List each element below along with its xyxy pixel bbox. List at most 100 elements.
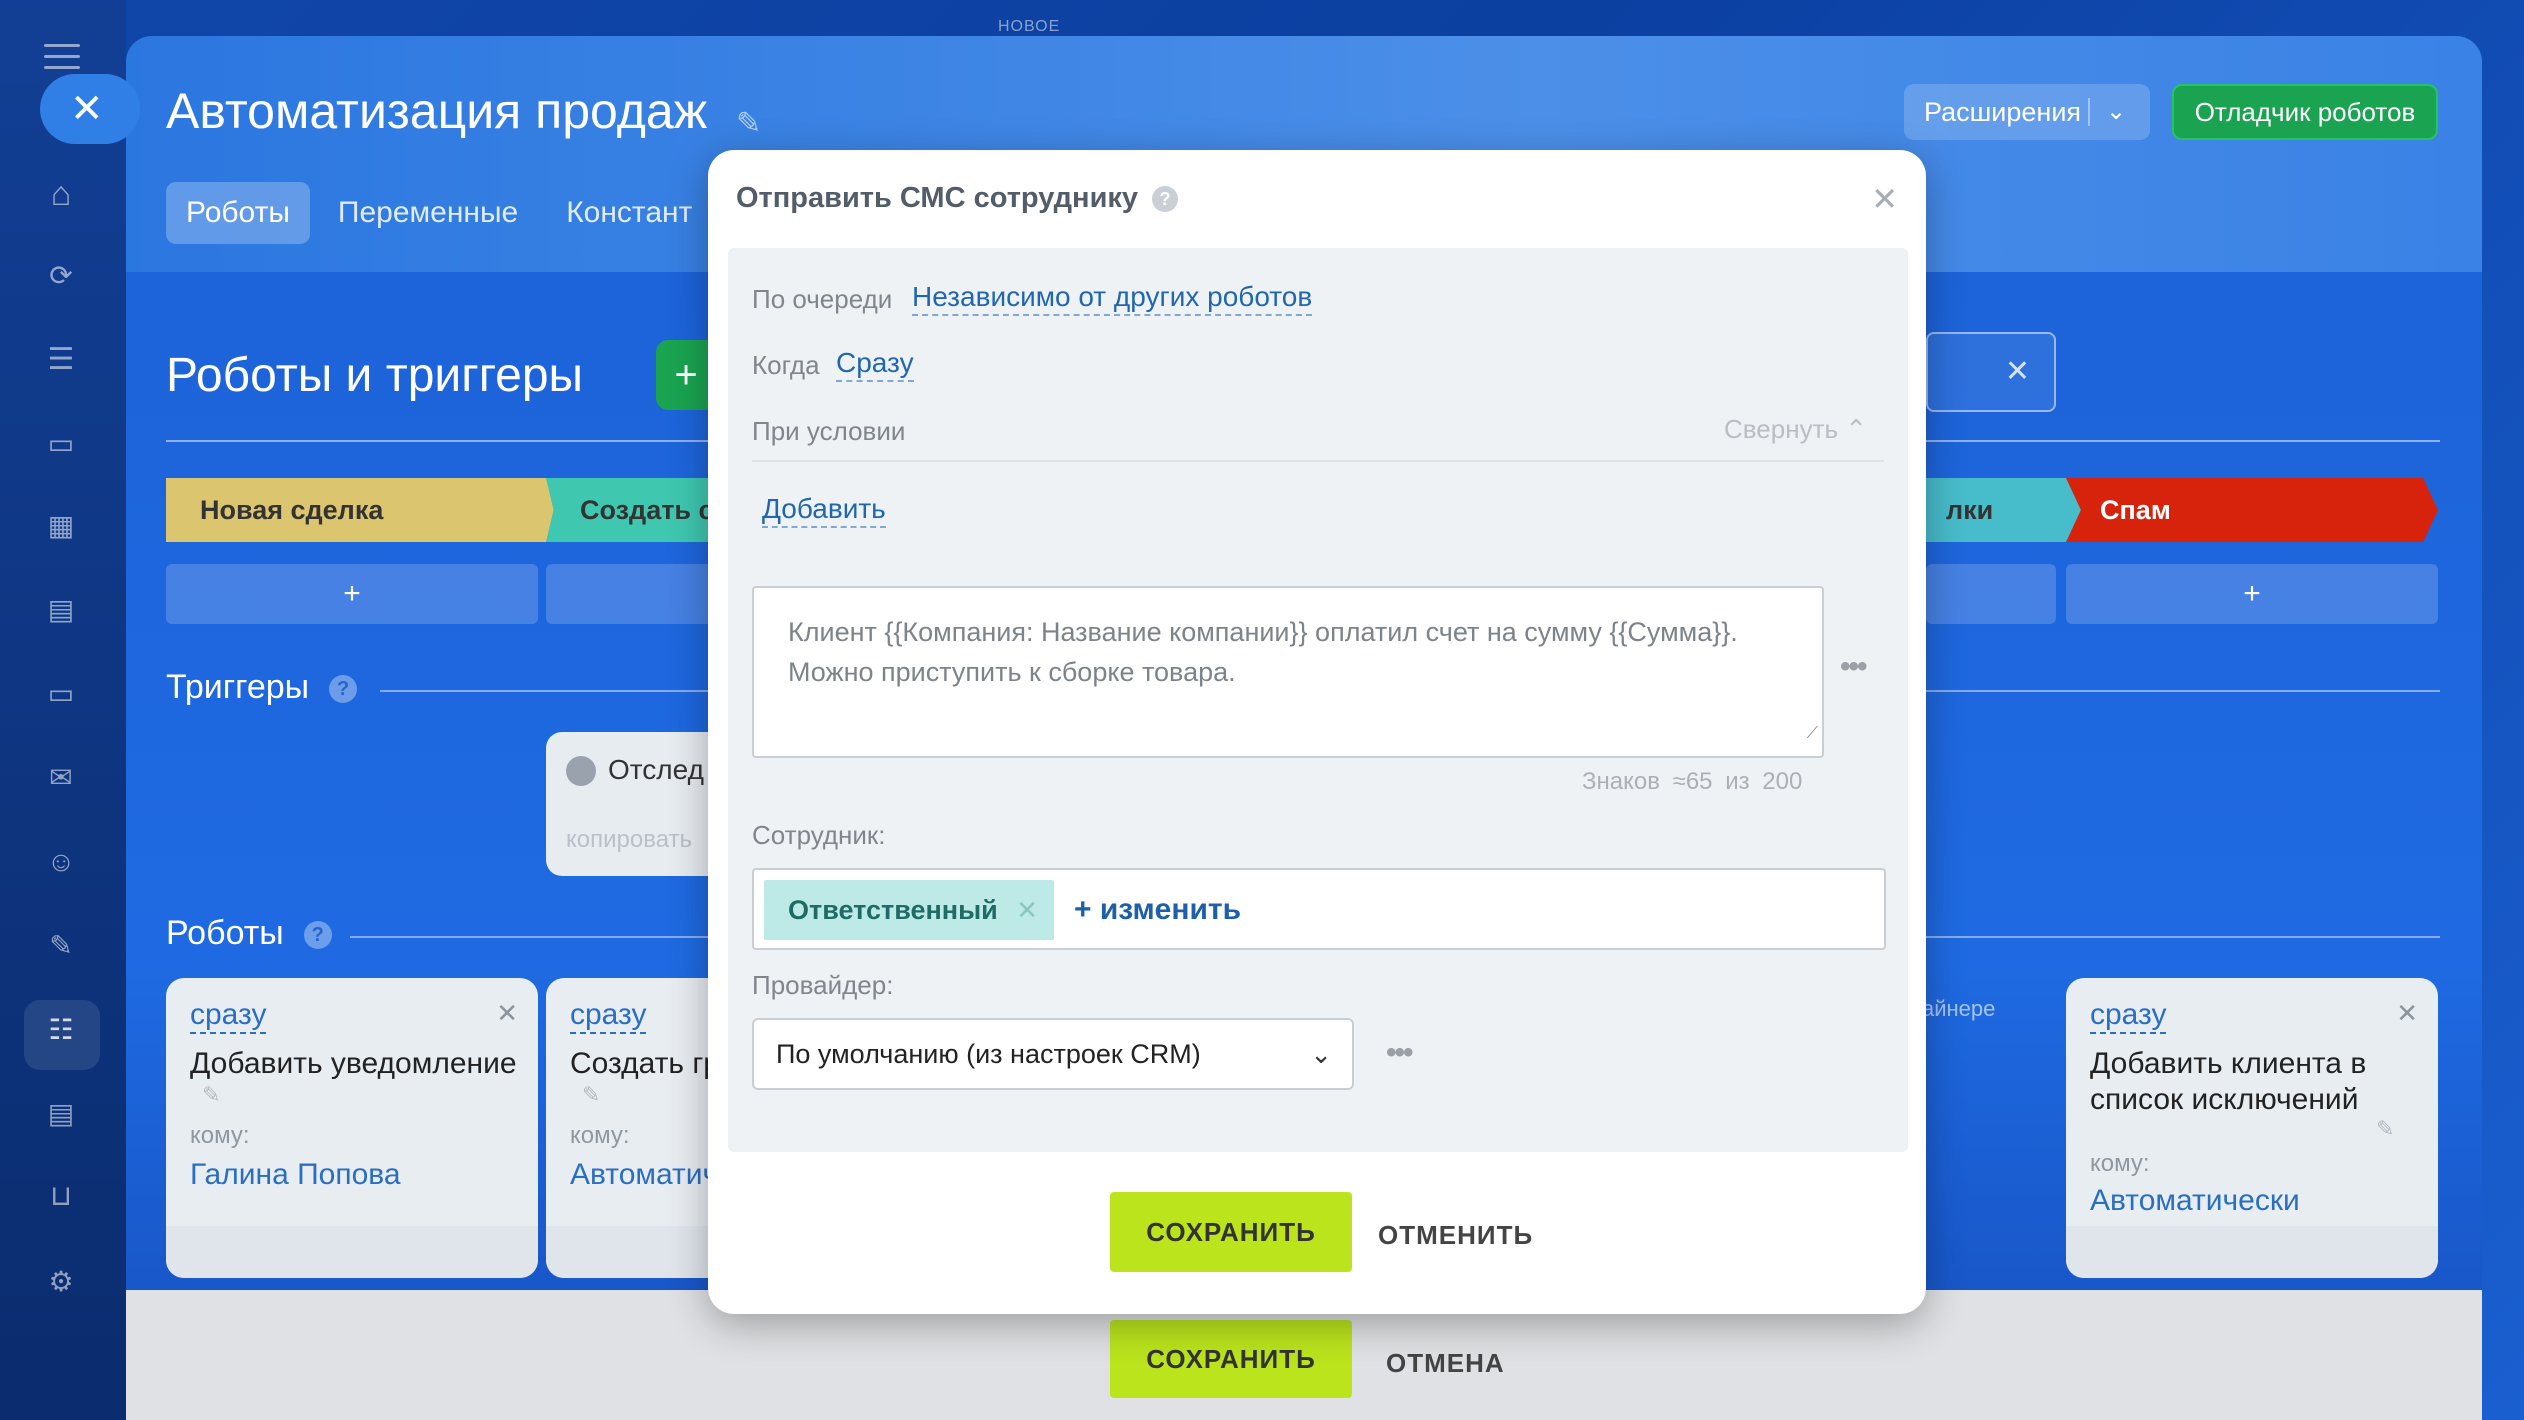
edit-icon[interactable]: ✎ (202, 1082, 220, 1108)
robot-card[interactable]: сразу ✕ Добавить уведомление ✎ кому: Гал… (166, 978, 538, 1278)
dialog-title: Отправить СМС сотруднику (736, 182, 1139, 214)
condition-label: При условии (752, 416, 906, 446)
forms-icon[interactable]: ▤ (41, 1094, 81, 1134)
counter-value: ≈65 (1672, 768, 1713, 795)
to-label: кому: (570, 1122, 630, 1149)
designer-hint: айнере (1922, 996, 1996, 1021)
extensions-button[interactable]: Расширения ⌄ (1904, 84, 2150, 140)
collapse-toggle[interactable]: Свернуть ⌃ (1724, 414, 1867, 445)
queue-value-link[interactable]: Независимо от других роботов (912, 280, 1313, 316)
when-label: Когда (752, 350, 820, 380)
deals-icon[interactable]: ⟳ (41, 256, 81, 296)
contact-center-icon[interactable]: ▭ (41, 674, 81, 714)
stage-new-deal[interactable]: Новая сделка (166, 478, 562, 542)
provider-value: По умолчанию (из настроек CRM) (776, 1039, 1201, 1069)
employees-icon[interactable]: ☺ (41, 842, 81, 882)
close-icon[interactable]: ✕ (2396, 998, 2418, 1029)
stage-spam[interactable]: Спам (2066, 478, 2438, 542)
chevron-down-icon: ⌄ (1310, 1039, 1332, 1069)
add-condition-link[interactable]: Добавить (762, 492, 886, 528)
robot-when-link[interactable]: сразу (190, 998, 267, 1034)
remove-icon[interactable]: ✕ (1016, 880, 1038, 940)
provider-label: Провайдер: (752, 970, 894, 1000)
pin-icon[interactable]: ✎ (736, 106, 761, 141)
change-employee-link[interactable]: + изменить (1074, 870, 1241, 950)
help-icon[interactable]: ? (1152, 186, 1178, 212)
copy-link[interactable]: копировать (566, 826, 692, 854)
chat-icon[interactable]: ▭ (41, 424, 81, 464)
left-sidebar: ⌂ ⟳ ☰ ▭ ▦ ▤ ▭ ✉ ☺ ✎ ☷ ▤ ⊔ ⚙ (0, 0, 126, 1420)
robot-name: Создать гр (570, 1047, 720, 1080)
tab-constants[interactable]: Констант (546, 182, 712, 244)
provider-select[interactable]: По умолчанию (из настроек CRM) ⌄ (752, 1018, 1354, 1090)
trigger-icon (566, 756, 596, 786)
menu-icon[interactable] (44, 44, 80, 70)
edit-icon[interactable]: ✎ (2376, 1116, 2394, 1142)
robots-label: Роботы (166, 914, 284, 952)
robot-when-link[interactable]: сразу (570, 998, 647, 1034)
resize-handle-icon[interactable]: ⟋ (1807, 714, 1818, 754)
robot-recipient[interactable]: Автоматич (570, 1158, 718, 1192)
close-icon[interactable]: ✕ (1871, 180, 1898, 218)
robot-name: Добавить уведомление (190, 1047, 517, 1080)
more-icon[interactable]: ••• (1386, 1036, 1413, 1070)
documents-icon[interactable]: ▤ (41, 590, 81, 630)
help-icon[interactable]: ? (329, 675, 358, 704)
robot-name: Добавить клиента в список исключений (2090, 1047, 2367, 1116)
dialog-save-button[interactable]: СОХРАНИТЬ (1110, 1192, 1352, 1272)
chevron-up-icon: ⌃ (1845, 414, 1868, 444)
settings-icon[interactable]: ⚙ (41, 1262, 81, 1302)
robot-when-link[interactable]: сразу (2090, 998, 2167, 1034)
counter-prefix: Знаков (1582, 768, 1660, 795)
tab-robots[interactable]: Роботы (166, 182, 310, 244)
tab-variables[interactable]: Переменные (318, 182, 538, 244)
add-robot-plus-spam[interactable]: + (2066, 564, 2438, 624)
page-title: Автоматизация продаж (166, 83, 708, 139)
robots-title: Роботы? (166, 914, 332, 953)
section-title: Роботы и триггеры (166, 349, 584, 402)
divider (752, 460, 1884, 462)
robot-recipient[interactable]: Автоматически (2090, 1184, 2300, 1218)
calendar-icon[interactable]: ▦ (41, 506, 81, 546)
help-icon[interactable]: ? (303, 921, 332, 950)
home-icon[interactable]: ⌂ (41, 174, 81, 214)
new-badge: НОВОЕ (998, 18, 1061, 35)
to-label: кому: (190, 1122, 250, 1149)
stage-partial[interactable]: лки (1916, 478, 2096, 542)
robot-recipient[interactable]: Галина Попова (190, 1158, 401, 1192)
more-icon[interactable]: ••• (1840, 650, 1867, 684)
close-icon: ✕ (70, 87, 104, 131)
chevron-down-icon[interactable]: ⌄ (2106, 84, 2126, 140)
employee-chip: Ответственный ✕ (764, 880, 1054, 940)
employee-chip-label: Ответственный (788, 895, 998, 925)
close-slider-button[interactable]: ✕ (40, 74, 140, 144)
add-robot-plus-3[interactable] (1926, 564, 2056, 624)
send-sms-dialog: Отправить СМС сотруднику ? ✕ По очереди … (708, 150, 1926, 1314)
counter-of: из (1725, 768, 1750, 795)
save-button[interactable]: СОХРАНИТЬ (1110, 1320, 1352, 1398)
trigger-title: Отслед (608, 754, 704, 785)
dialog-cancel-button[interactable]: ОТМЕНИТЬ (1378, 1220, 1533, 1251)
crm-icon[interactable]: ☷ (41, 1010, 81, 1050)
triggers-title: Триггеры? (166, 668, 358, 707)
tasks-icon[interactable]: ☰ (41, 340, 81, 380)
mail-icon[interactable]: ✉ (41, 758, 81, 798)
counter-max: 200 (1762, 768, 1803, 795)
card-footer (166, 1226, 538, 1278)
separator (2088, 98, 2090, 126)
card-footer (2066, 1226, 2438, 1278)
cancel-button[interactable]: ОТМЕНА (1386, 1348, 1505, 1379)
sign-icon[interactable]: ✎ (41, 926, 81, 966)
when-value-link[interactable]: Сразу (836, 346, 914, 382)
close-icon[interactable]: ✕ (496, 998, 518, 1029)
add-button[interactable]: + (656, 340, 716, 410)
shop-icon[interactable]: ⊔ (41, 1176, 81, 1216)
edit-icon[interactable]: ✎ (582, 1082, 600, 1108)
tabs: Роботы Переменные Констант (166, 182, 720, 244)
employee-field[interactable]: Ответственный ✕ + изменить (752, 868, 1886, 950)
robot-card[interactable]: сразу ✕ Добавить клиента в список исключ… (2066, 978, 2438, 1278)
robot-debugger-button[interactable]: Отладчик роботов (2172, 84, 2438, 140)
add-robot-plus[interactable]: + (166, 564, 538, 624)
filter-close-icon[interactable]: ✕ (1926, 332, 2056, 412)
message-textarea[interactable]: Клиент {{Компания: Название компании}} о… (752, 586, 1824, 758)
